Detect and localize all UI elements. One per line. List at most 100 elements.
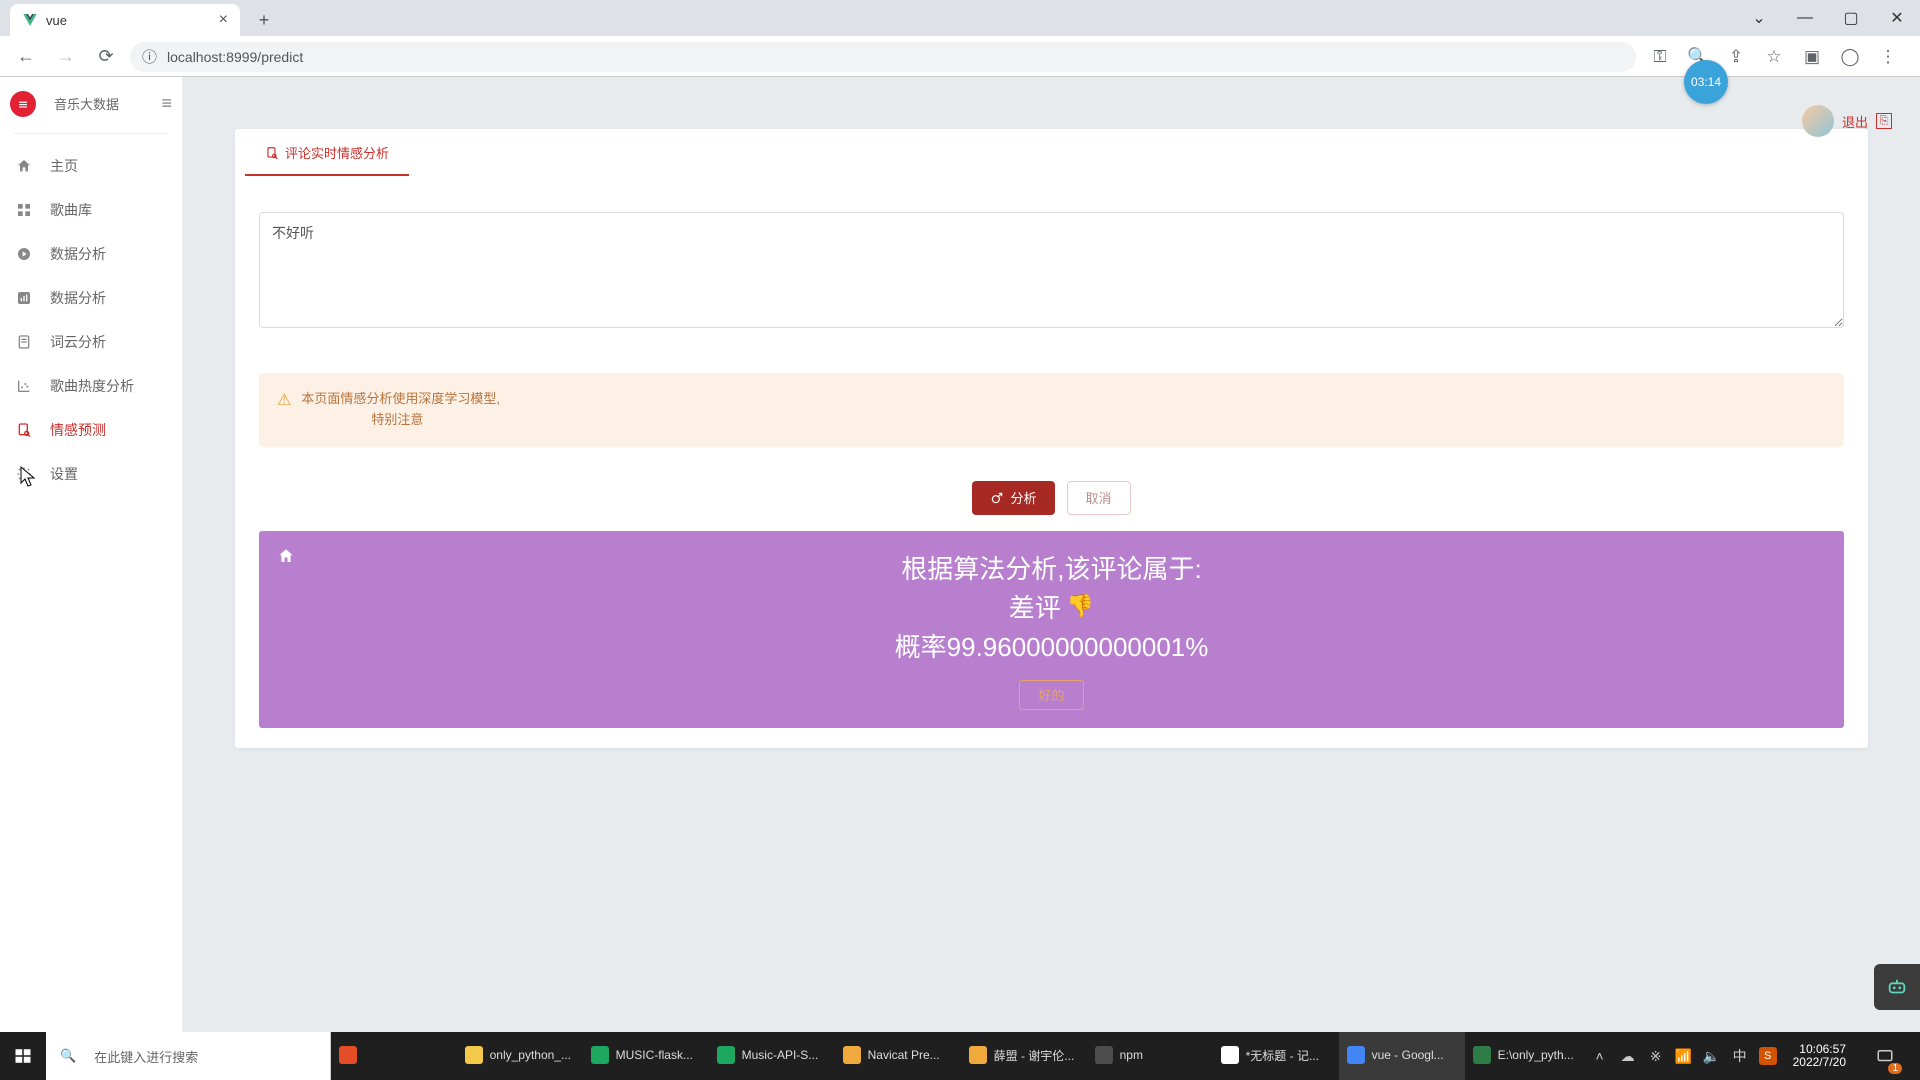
button-row: 分析 取消	[235, 447, 1868, 515]
logout-icon[interactable]: ⎘	[1876, 113, 1892, 129]
taskbar-clock[interactable]: 10:06:57 2022/7/20	[1787, 1043, 1852, 1069]
grid-icon	[14, 200, 34, 220]
comment-textarea[interactable]	[259, 212, 1844, 328]
sidebar-item-settings[interactable]: 设置	[0, 452, 182, 496]
assist-button[interactable]	[1874, 964, 1920, 1010]
alert-line2: 特别注意	[301, 410, 500, 431]
home-icon[interactable]	[277, 547, 295, 570]
sidebar-item-label: 歌曲库	[50, 200, 92, 220]
cancel-button[interactable]: 取消	[1067, 481, 1131, 515]
analyze-label: 分析	[1010, 488, 1036, 507]
taskbar-app[interactable]: Navicat Pre...	[835, 1032, 961, 1080]
key-icon[interactable]: ⚿	[1644, 41, 1676, 73]
close-tab-icon[interactable]: ×	[219, 11, 228, 29]
browser-tab[interactable]: vue ×	[10, 4, 240, 36]
sidebar-item-heat[interactable]: 歌曲热度分析	[0, 364, 182, 408]
logout-link[interactable]: 退出	[1842, 112, 1868, 131]
menu-icon[interactable]: ⋮	[1872, 41, 1904, 73]
tray-input-icon[interactable]: S	[1759, 1047, 1777, 1065]
reader-icon[interactable]: ▣	[1796, 41, 1828, 73]
minimize-icon[interactable]: —	[1782, 0, 1828, 36]
taskbar-app[interactable]: npm	[1087, 1032, 1213, 1080]
alert-box: ⚠ 本页面情感分析使用深度学习模型, 特别注意	[259, 373, 1844, 447]
share-icon[interactable]: ⇪	[1720, 41, 1752, 73]
app-label: E:\only_pyth...	[1498, 1048, 1574, 1062]
collapse-icon[interactable]: ≡	[161, 93, 172, 114]
header-right: 退出 ⎘	[1802, 105, 1892, 137]
tab-bar: vue × + ⌄ — ▢ ✕	[0, 0, 1920, 36]
browser-chrome: vue × + ⌄ — ▢ ✕ ← → ⟳ ⓘ localhost:8999/p…	[0, 0, 1920, 77]
bookmark-icon[interactable]: ☆	[1758, 41, 1790, 73]
alert-text: 本页面情感分析使用深度学习模型, 特别注意	[301, 389, 500, 431]
taskbar: 🔍 在此键入进行搜索 only_python_...MUSIC-flask...…	[0, 1032, 1920, 1080]
sidebar-item-home[interactable]: 主页	[0, 144, 182, 188]
taskbar-search[interactable]: 🔍 在此键入进行搜索	[46, 1032, 331, 1080]
sidebar-item-label: 情感预测	[50, 420, 106, 440]
taskbar-app[interactable]	[331, 1032, 457, 1080]
main-content: 退出 ⎘ 评论实时情感分析 ⚠ 本页面情感分析使用深度学习模型, 特别注意	[183, 77, 1920, 1032]
sidebar-item-data1[interactable]: 数据分析	[0, 232, 182, 276]
sidebar-item-label: 歌曲热度分析	[50, 376, 134, 396]
alert-line1: 本页面情感分析使用深度学习模型,	[301, 389, 500, 410]
card-body	[235, 176, 1868, 353]
app-root: 音乐大数据 ≡ 主页 歌曲库 数据分析 数据分析 词云分析 歌曲热度分析	[0, 77, 1920, 1032]
taskbar-app[interactable]: MUSIC-flask...	[583, 1032, 709, 1080]
taskbar-app[interactable]: *无标题 - 记...	[1213, 1032, 1339, 1080]
app-icon	[843, 1046, 861, 1064]
taskbar-app[interactable]: only_python_...	[457, 1032, 583, 1080]
sidebar-item-wordcloud[interactable]: 词云分析	[0, 320, 182, 364]
result-sentiment-row: 差评 👎	[1009, 588, 1094, 625]
sentiment-card: 评论实时情感分析 ⚠ 本页面情感分析使用深度学习模型, 特别注意 分析 取消	[235, 129, 1868, 748]
search-placeholder: 在此键入进行搜索	[94, 1047, 198, 1066]
search-icon: 🔍	[60, 1048, 76, 1064]
sidebar-item-data2[interactable]: 数据分析	[0, 276, 182, 320]
back-icon[interactable]: ←	[10, 41, 42, 73]
tray-chevron-icon[interactable]: ˄	[1591, 1047, 1609, 1065]
scatter-icon	[14, 376, 34, 396]
card-tab-label: 评论实时情感分析	[285, 143, 389, 162]
sidebar: 音乐大数据 ≡ 主页 歌曲库 数据分析 数据分析 词云分析 歌曲热度分析	[0, 77, 183, 1032]
app-label: vue - Googl...	[1372, 1048, 1444, 1062]
taskbar-app[interactable]: E:\only_pyth...	[1465, 1032, 1591, 1080]
ok-button[interactable]: 好的	[1019, 680, 1083, 710]
sidebar-item-sentiment[interactable]: 情感预测	[0, 408, 182, 452]
taskbar-app[interactable]: 薛盟 - 谢宇伦...	[961, 1032, 1087, 1080]
app-label: 薛盟 - 谢宇伦...	[994, 1047, 1075, 1064]
analyze-button[interactable]: 分析	[972, 481, 1054, 515]
avatar[interactable]	[1802, 105, 1834, 137]
notif-badge: 1	[1888, 1063, 1902, 1074]
result-panel: 根据算法分析,该评论属于: 差评 👎 概率99.96000000000001% …	[259, 531, 1844, 728]
forward-icon: →	[50, 41, 82, 73]
tray-wifi-icon[interactable]: 📶	[1675, 1047, 1693, 1065]
sidebar-item-songs[interactable]: 歌曲库	[0, 188, 182, 232]
address-bar: ← → ⟳ ⓘ localhost:8999/predict ⚿ 🔍 ⇪ ☆ ▣…	[0, 36, 1920, 77]
tray-volume-icon[interactable]: 🔈	[1703, 1047, 1721, 1065]
result-probability: 概率99.96000000000001%	[279, 627, 1824, 664]
profile-icon[interactable]: ◯	[1834, 41, 1866, 73]
tray-onedrive-icon[interactable]: ☁	[1619, 1047, 1637, 1065]
url-input[interactable]: ⓘ localhost:8999/predict	[130, 42, 1636, 72]
tray-ime-icon[interactable]: 中	[1731, 1047, 1749, 1065]
new-tab-button[interactable]: +	[250, 6, 278, 34]
timer-badge[interactable]: 03:14	[1684, 60, 1728, 104]
taskbar-app[interactable]: Music-API-S...	[709, 1032, 835, 1080]
taskbar-app[interactable]: vue - Googl...	[1339, 1032, 1465, 1080]
tray-bluetooth-icon[interactable]: ※	[1647, 1047, 1665, 1065]
reload-icon[interactable]: ⟳	[90, 41, 122, 73]
notification-button[interactable]: 1	[1862, 1032, 1908, 1080]
chevron-down-icon[interactable]: ⌄	[1736, 0, 1782, 36]
gear-icon	[14, 464, 34, 484]
app-label: Music-API-S...	[742, 1048, 819, 1062]
close-window-icon[interactable]: ✕	[1874, 0, 1920, 36]
maximize-icon[interactable]: ▢	[1828, 0, 1874, 36]
document-icon	[14, 332, 34, 352]
sidebar-header: 音乐大数据 ≡	[0, 81, 182, 127]
home-icon	[14, 156, 34, 176]
card-tab[interactable]: 评论实时情感分析	[245, 129, 409, 176]
vue-logo-icon	[22, 12, 38, 28]
app-icon	[1221, 1046, 1239, 1064]
app-icon	[339, 1046, 357, 1064]
start-button[interactable]	[0, 1032, 46, 1080]
app-logo-icon	[10, 91, 36, 117]
site-info-icon[interactable]: ⓘ	[142, 46, 157, 67]
